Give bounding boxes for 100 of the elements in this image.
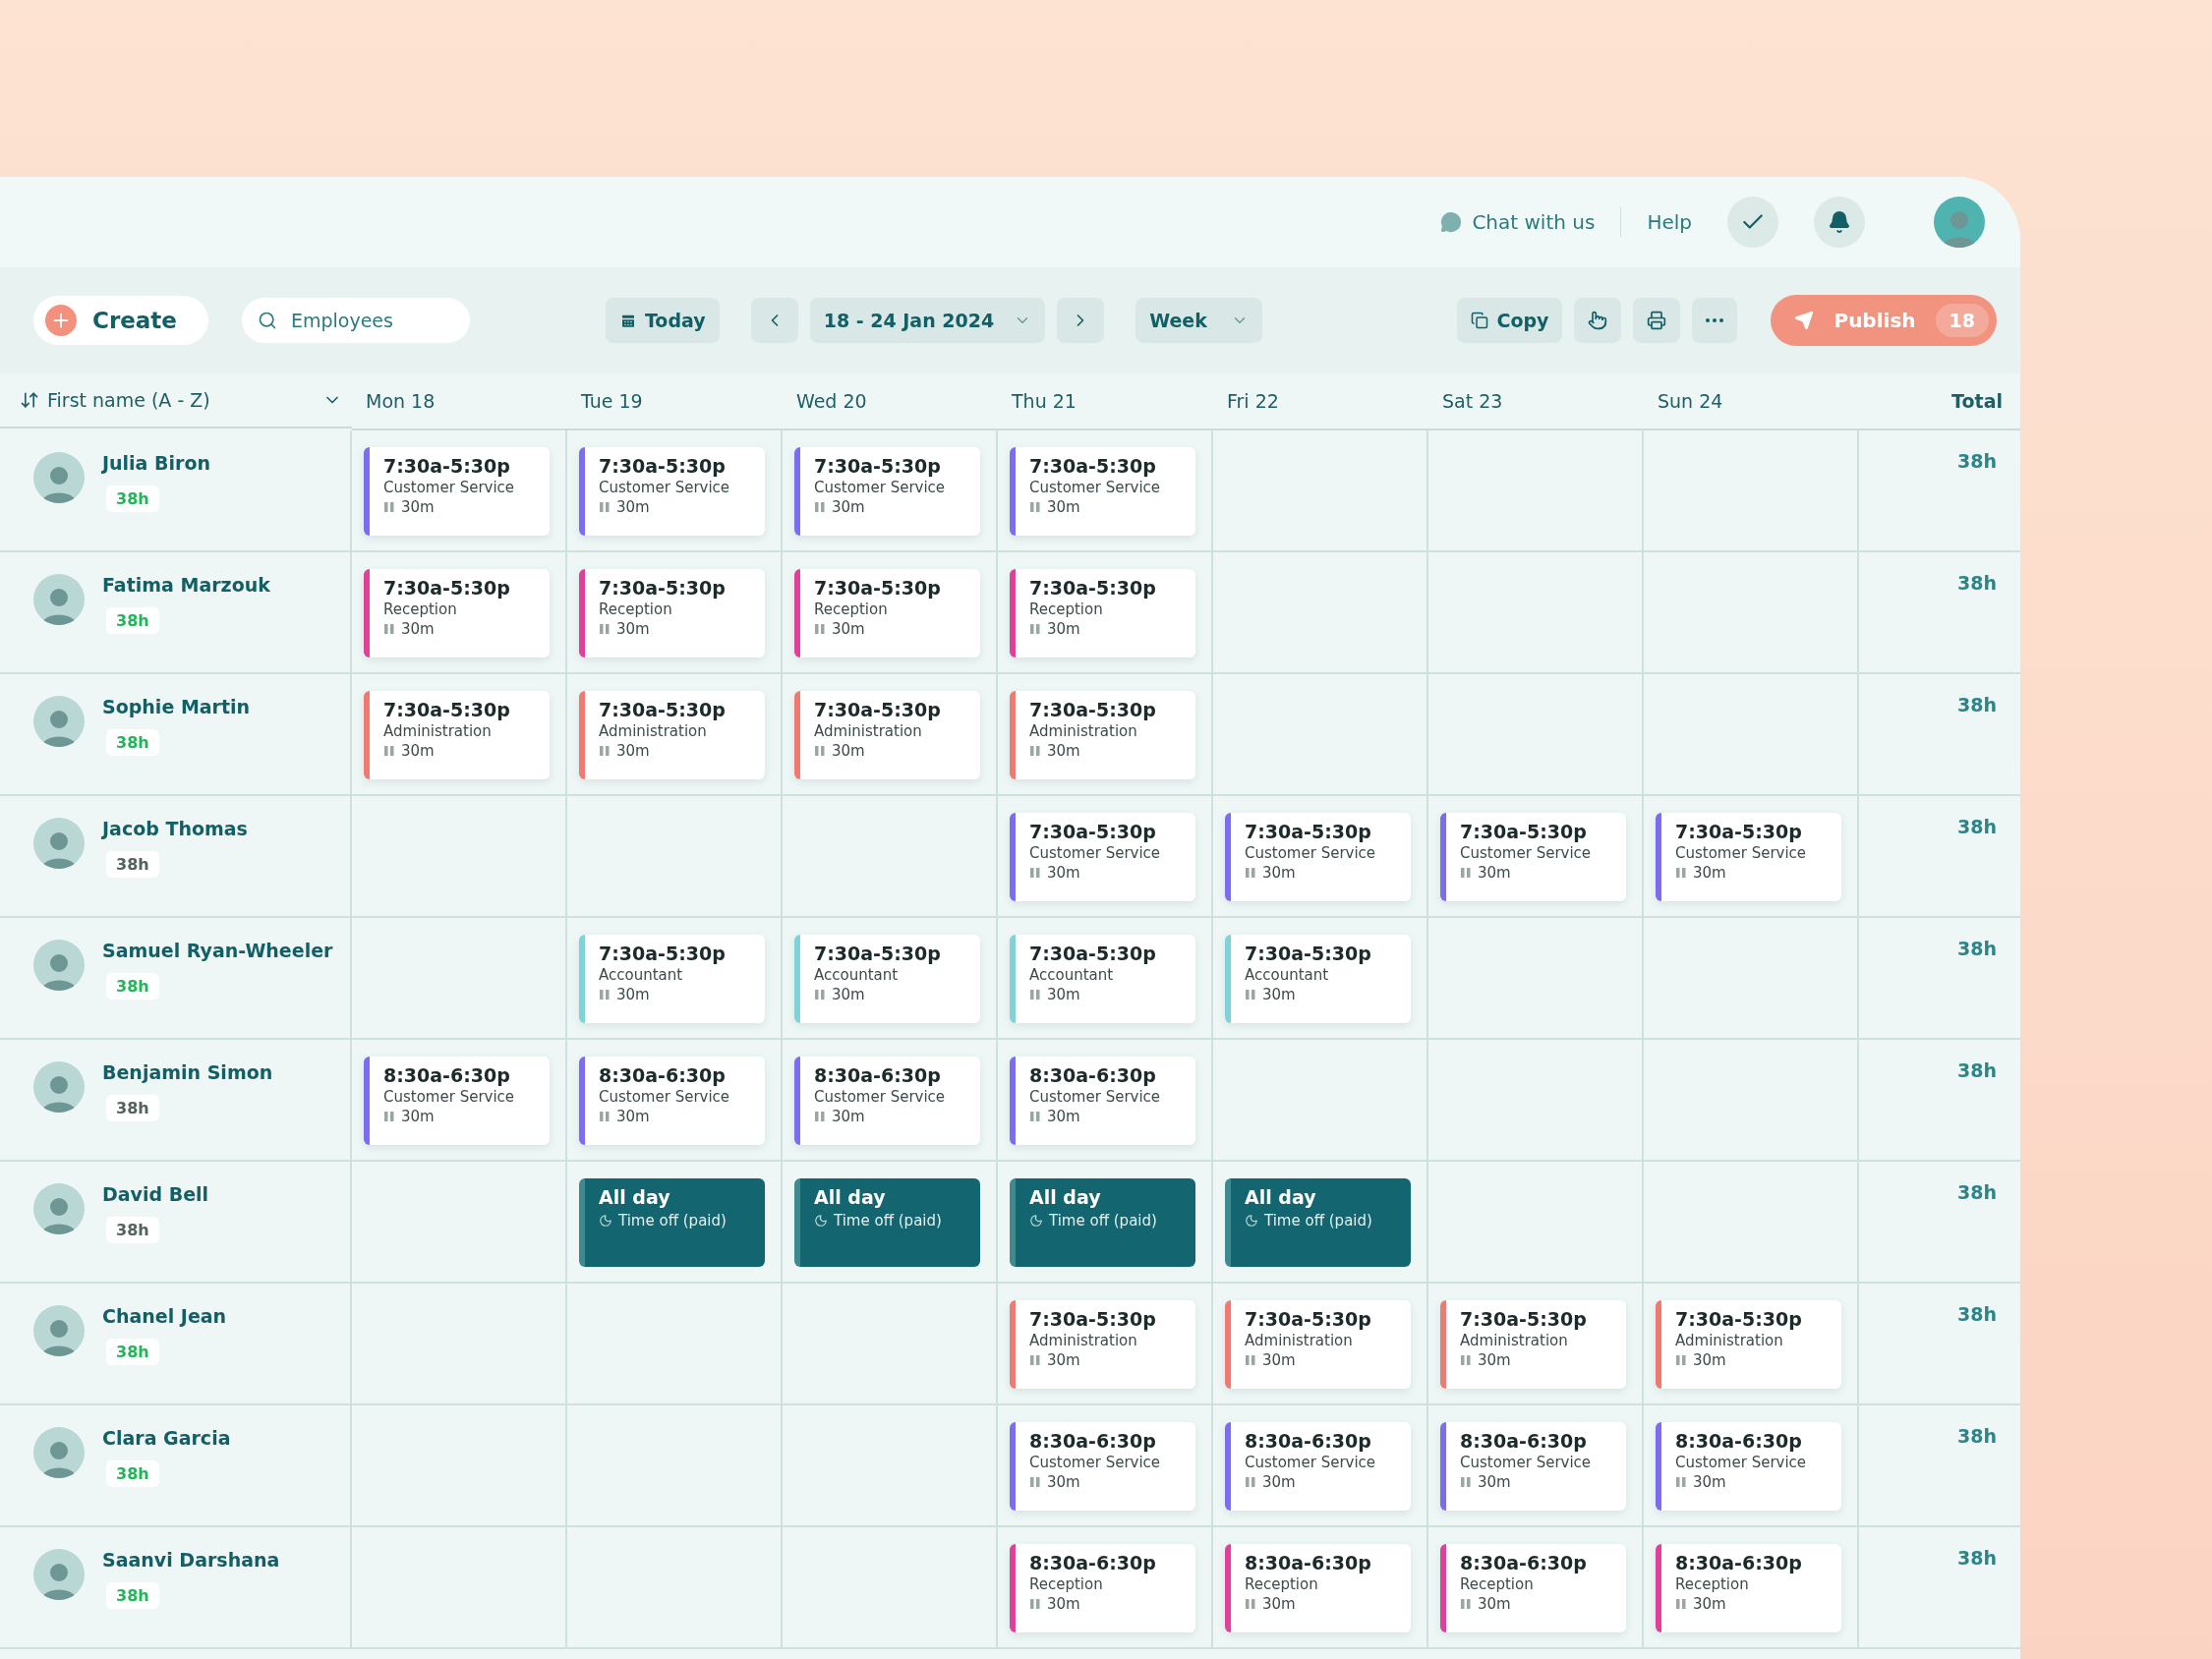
plus-icon [45, 305, 77, 336]
pause-icon [1460, 867, 1472, 879]
copy-button[interactable]: Copy [1457, 298, 1563, 343]
checkmark-button[interactable] [1727, 197, 1778, 248]
shift-role: Customer Service [1675, 1454, 1808, 1471]
search-field[interactable]: Employees [241, 298, 470, 343]
shift-time: 7:30a-5:30p [599, 943, 727, 964]
shift-card[interactable]: 7:30a-5:30p Reception 30m [1010, 569, 1195, 658]
shift-card[interactable]: 7:30a-5:30p Accountant 30m [1225, 935, 1411, 1023]
shift-card[interactable]: 7:30a-5:30p Customer Service 30m [1010, 447, 1195, 536]
shift-role: Customer Service [1460, 844, 1593, 862]
print-button[interactable] [1633, 298, 1681, 343]
shift-card[interactable]: 8:30a-6:30p Reception 30m [1010, 1544, 1195, 1632]
break-duration: 30m [1047, 1595, 1080, 1613]
shift-time: 8:30a-6:30p [1675, 1430, 1803, 1452]
shift-role: Customer Service [599, 1088, 731, 1106]
shift-card[interactable]: 8:30a-6:30p Customer Service 30m [1010, 1422, 1195, 1511]
moon-icon [814, 1214, 828, 1228]
break-duration: 30m [1047, 742, 1080, 760]
chat-link[interactable]: Chat with us [1440, 210, 1596, 234]
pause-icon [1675, 1598, 1687, 1610]
time-off-card[interactable]: All day Time off (paid) [794, 1178, 980, 1267]
shift-time: 7:30a-5:30p [1029, 455, 1157, 477]
break-duration: 30m [616, 986, 650, 1003]
pause-icon [1245, 1476, 1256, 1488]
shift-role: Reception [1029, 601, 1104, 618]
moon-icon [599, 1214, 612, 1228]
shift-card[interactable]: 7:30a-5:30p Customer Service 30m [794, 447, 980, 536]
view-dropdown[interactable]: Week [1135, 298, 1262, 343]
shift-card[interactable]: 7:30a-5:30p Reception 30m [364, 569, 550, 658]
shift-role: Reception [599, 601, 673, 618]
shift-card[interactable]: 7:30a-5:30p Reception 30m [794, 569, 980, 658]
shift-card[interactable]: 7:30a-5:30p Reception 30m [579, 569, 765, 658]
shift-time: 8:30a-6:30p [1460, 1552, 1588, 1573]
day-header: Fri 22 [1213, 373, 1428, 430]
shift-time: 7:30a-5:30p [383, 577, 511, 599]
shift-card[interactable]: 7:30a-5:30p Administration 30m [1225, 1300, 1411, 1389]
shift-card[interactable]: 7:30a-5:30p Administration 30m [1010, 691, 1195, 779]
pause-icon [383, 745, 395, 757]
time-off-card[interactable]: All day Time off (paid) [1225, 1178, 1411, 1267]
pointer-hand-button[interactable] [1574, 298, 1622, 343]
shift-card[interactable]: 7:30a-5:30p Administration 30m [1010, 1300, 1195, 1389]
shift-card[interactable]: 8:30a-6:30p Reception 30m [1225, 1544, 1411, 1632]
shift-card[interactable]: 8:30a-6:30p Customer Service 30m [579, 1057, 765, 1145]
date-range-dropdown[interactable]: 18 - 24 Jan 2024 [809, 298, 1046, 343]
shift-card[interactable]: 8:30a-6:30p Customer Service 30m [364, 1057, 550, 1145]
shift-card[interactable]: 7:30a-5:30p Accountant 30m [579, 935, 765, 1023]
shift-card[interactable]: 7:30a-5:30p Customer Service 30m [1225, 813, 1411, 901]
shift-card[interactable]: 8:30a-6:30p Customer Service 30m [1440, 1422, 1626, 1511]
day-header: Sat 23 [1428, 373, 1644, 430]
notifications-button[interactable] [1814, 197, 1865, 248]
time-off-card[interactable]: All day Time off (paid) [579, 1178, 765, 1267]
sort-dropdown[interactable]: First name (A - Z) [0, 373, 352, 429]
shift-card[interactable]: 8:30a-6:30p Customer Service 30m [1225, 1422, 1411, 1511]
break-duration: 30m [832, 742, 865, 760]
break-duration: 30m [1262, 1595, 1296, 1613]
break-duration: 30m [1693, 1351, 1726, 1369]
shift-card[interactable]: 8:30a-6:30p Reception 30m [1656, 1544, 1841, 1632]
today-button[interactable]: Today [605, 298, 720, 343]
shift-card[interactable]: 8:30a-6:30p Customer Service 30m [794, 1057, 980, 1145]
break-duration: 30m [616, 1108, 650, 1125]
shift-card[interactable]: 7:30a-5:30p Accountant 30m [794, 935, 980, 1023]
shift-card[interactable]: 7:30a-5:30p Administration 30m [1440, 1300, 1626, 1389]
break-duration: 30m [1478, 864, 1511, 882]
shift-card[interactable]: 8:30a-6:30p Reception 30m [1440, 1544, 1626, 1632]
break-duration: 30m [832, 620, 865, 638]
shift-card[interactable]: 7:30a-5:30p Customer Service 30m [1656, 813, 1841, 901]
shift-role: Administration [1460, 1332, 1569, 1349]
shift-card[interactable]: 7:30a-5:30p Customer Service 30m [364, 447, 550, 536]
printer-icon [1647, 311, 1667, 330]
pause-icon [1460, 1354, 1472, 1366]
shift-role: Customer Service [1029, 1088, 1162, 1106]
shift-role: Accountant [1245, 966, 1330, 984]
user-avatar[interactable] [1934, 197, 1985, 248]
shift-card[interactable]: 7:30a-5:30p Customer Service 30m [1440, 813, 1626, 901]
shift-card[interactable]: 7:30a-5:30p Administration 30m [364, 691, 550, 779]
shift-card[interactable]: 7:30a-5:30p Administration 30m [1656, 1300, 1841, 1389]
shift-card[interactable]: 7:30a-5:30p Administration 30m [579, 691, 765, 779]
time-off-card[interactable]: All day Time off (paid) [1010, 1178, 1195, 1267]
shift-card[interactable]: 7:30a-5:30p Customer Service 30m [1010, 813, 1195, 901]
search-icon [257, 311, 277, 330]
time-off-type: Time off (paid) [834, 1212, 942, 1230]
total-hours: 38h [1957, 1547, 1997, 1569]
shift-card[interactable]: 7:30a-5:30p Customer Service 30m [579, 447, 765, 536]
shift-time: 7:30a-5:30p [1245, 943, 1372, 964]
more-options-button[interactable] [1692, 298, 1738, 343]
create-button[interactable]: Create [33, 296, 208, 345]
shift-role: Customer Service [599, 479, 731, 496]
pause-icon [1029, 989, 1041, 1001]
hours-badge: 38h [106, 973, 159, 1000]
shift-card[interactable]: 8:30a-6:30p Customer Service 30m [1656, 1422, 1841, 1511]
shift-time: 7:30a-5:30p [383, 699, 511, 720]
shift-card[interactable]: 8:30a-6:30p Customer Service 30m [1010, 1057, 1195, 1145]
shift-card[interactable]: 7:30a-5:30p Accountant 30m [1010, 935, 1195, 1023]
shift-card[interactable]: 7:30a-5:30p Administration 30m [794, 691, 980, 779]
shift-time: 7:30a-5:30p [1675, 821, 1803, 842]
shift-role: Administration [1675, 1332, 1784, 1349]
search-input[interactable]: Employees [288, 309, 440, 332]
help-link[interactable]: Help [1647, 210, 1692, 234]
shift-role: Accountant [599, 966, 684, 984]
